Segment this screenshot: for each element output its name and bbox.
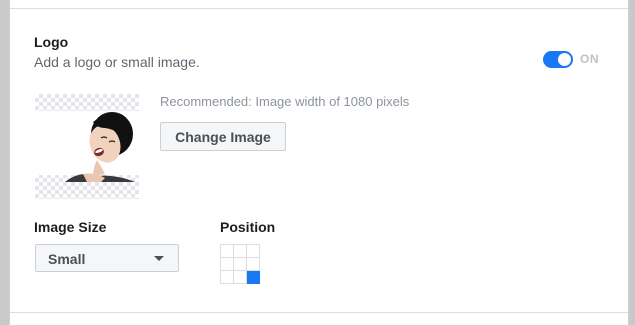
section-title: Logo: [34, 34, 69, 50]
position-cell-top-right[interactable]: [247, 245, 260, 258]
section-subtitle: Add a logo or small image.: [34, 54, 200, 70]
change-image-button[interactable]: Change Image: [160, 122, 286, 151]
position-cell-bottom-center[interactable]: [234, 271, 247, 284]
position-cell-middle-right[interactable]: [247, 258, 260, 271]
logo-toggle-switch[interactable]: [543, 51, 573, 68]
toggle-knob: [558, 53, 571, 66]
divider-bottom: [10, 312, 628, 313]
position-grid: [220, 244, 260, 284]
logo-settings-panel: Logo Add a logo or small image. ON Recom: [9, 0, 629, 325]
toggle-state-label: ON: [580, 52, 599, 66]
divider-top: [10, 8, 628, 9]
position-cell-bottom-right[interactable]: [247, 271, 260, 284]
position-cell-top-left[interactable]: [221, 245, 234, 258]
position-cell-middle-left[interactable]: [221, 258, 234, 271]
image-size-label: Image Size: [34, 219, 107, 235]
image-recommendation-text: Recommended: Image width of 1080 pixels: [160, 94, 410, 109]
image-size-selected-value: Small: [48, 251, 86, 267]
image-size-dropdown[interactable]: Small: [35, 244, 179, 272]
logo-preview-image: [35, 94, 139, 199]
position-cell-bottom-left[interactable]: [221, 271, 234, 284]
position-cell-middle-center[interactable]: [234, 258, 247, 271]
position-cell-top-center[interactable]: [234, 245, 247, 258]
position-label: Position: [220, 219, 276, 235]
portrait-image: [65, 112, 135, 182]
caret-down-icon: [154, 256, 164, 261]
